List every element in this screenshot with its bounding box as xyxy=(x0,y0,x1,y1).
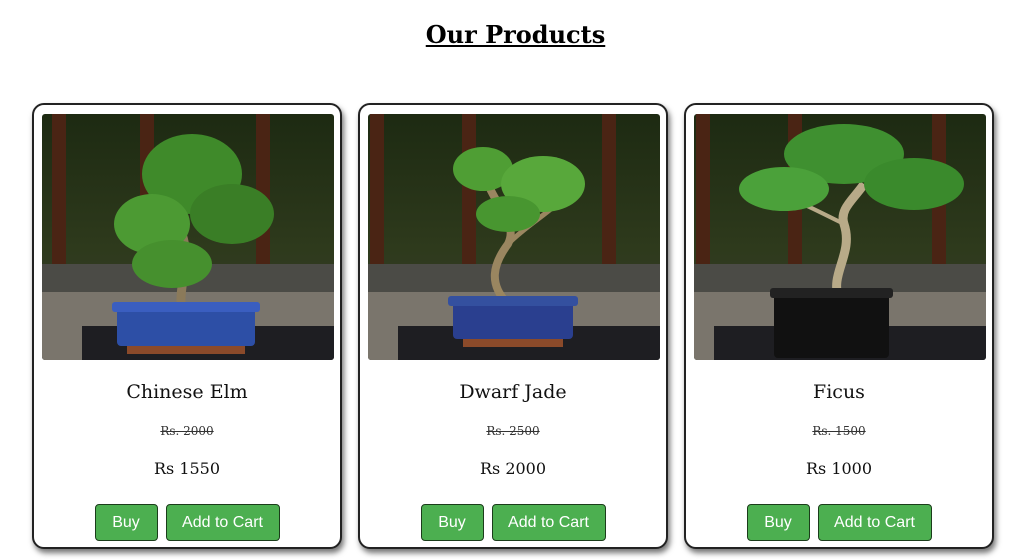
add-to-cart-button[interactable]: Add to Cart xyxy=(817,504,932,541)
add-to-cart-button[interactable]: Add to Cart xyxy=(491,504,606,541)
bonsai-photo xyxy=(694,114,986,360)
original-price: Rs. 1500 xyxy=(812,424,866,438)
product-grid: Chinese Elm Rs. 2000 Rs 1550 Buy Add to … xyxy=(32,103,1002,551)
product-name: Dwarf Jade xyxy=(459,381,567,403)
sale-price: Rs 1000 xyxy=(805,459,873,478)
product-card: Chinese Elm Rs. 2000 Rs 1550 Buy Add to … xyxy=(32,103,342,549)
product-name: Ficus xyxy=(813,381,865,403)
buy-button[interactable]: Buy xyxy=(420,504,484,541)
product-name: Chinese Elm xyxy=(126,381,248,403)
page-title: Our Products xyxy=(425,20,606,49)
product-card: Dwarf Jade Rs. 2500 Rs 2000 Buy Add to C… xyxy=(358,103,668,549)
products-page: Our Products Chinese Elm Rs. 2000 Rs 155… xyxy=(0,0,1031,559)
original-price: Rs. 2500 xyxy=(486,424,540,438)
card-actions: Buy Add to Cart xyxy=(34,504,340,541)
sale-price: Rs 1550 xyxy=(153,459,221,478)
sale-price: Rs 2000 xyxy=(479,459,547,478)
bonsai-photo xyxy=(42,114,334,360)
original-price: Rs. 2000 xyxy=(160,424,214,438)
buy-button[interactable]: Buy xyxy=(94,504,158,541)
bonsai-photo xyxy=(368,114,660,360)
add-to-cart-button[interactable]: Add to Cart xyxy=(165,504,280,541)
product-card: Ficus Rs. 1500 Rs 1000 Buy Add to Cart xyxy=(684,103,994,549)
card-actions: Buy Add to Cart xyxy=(686,504,992,541)
buy-button[interactable]: Buy xyxy=(746,504,810,541)
card-actions: Buy Add to Cart xyxy=(360,504,666,541)
